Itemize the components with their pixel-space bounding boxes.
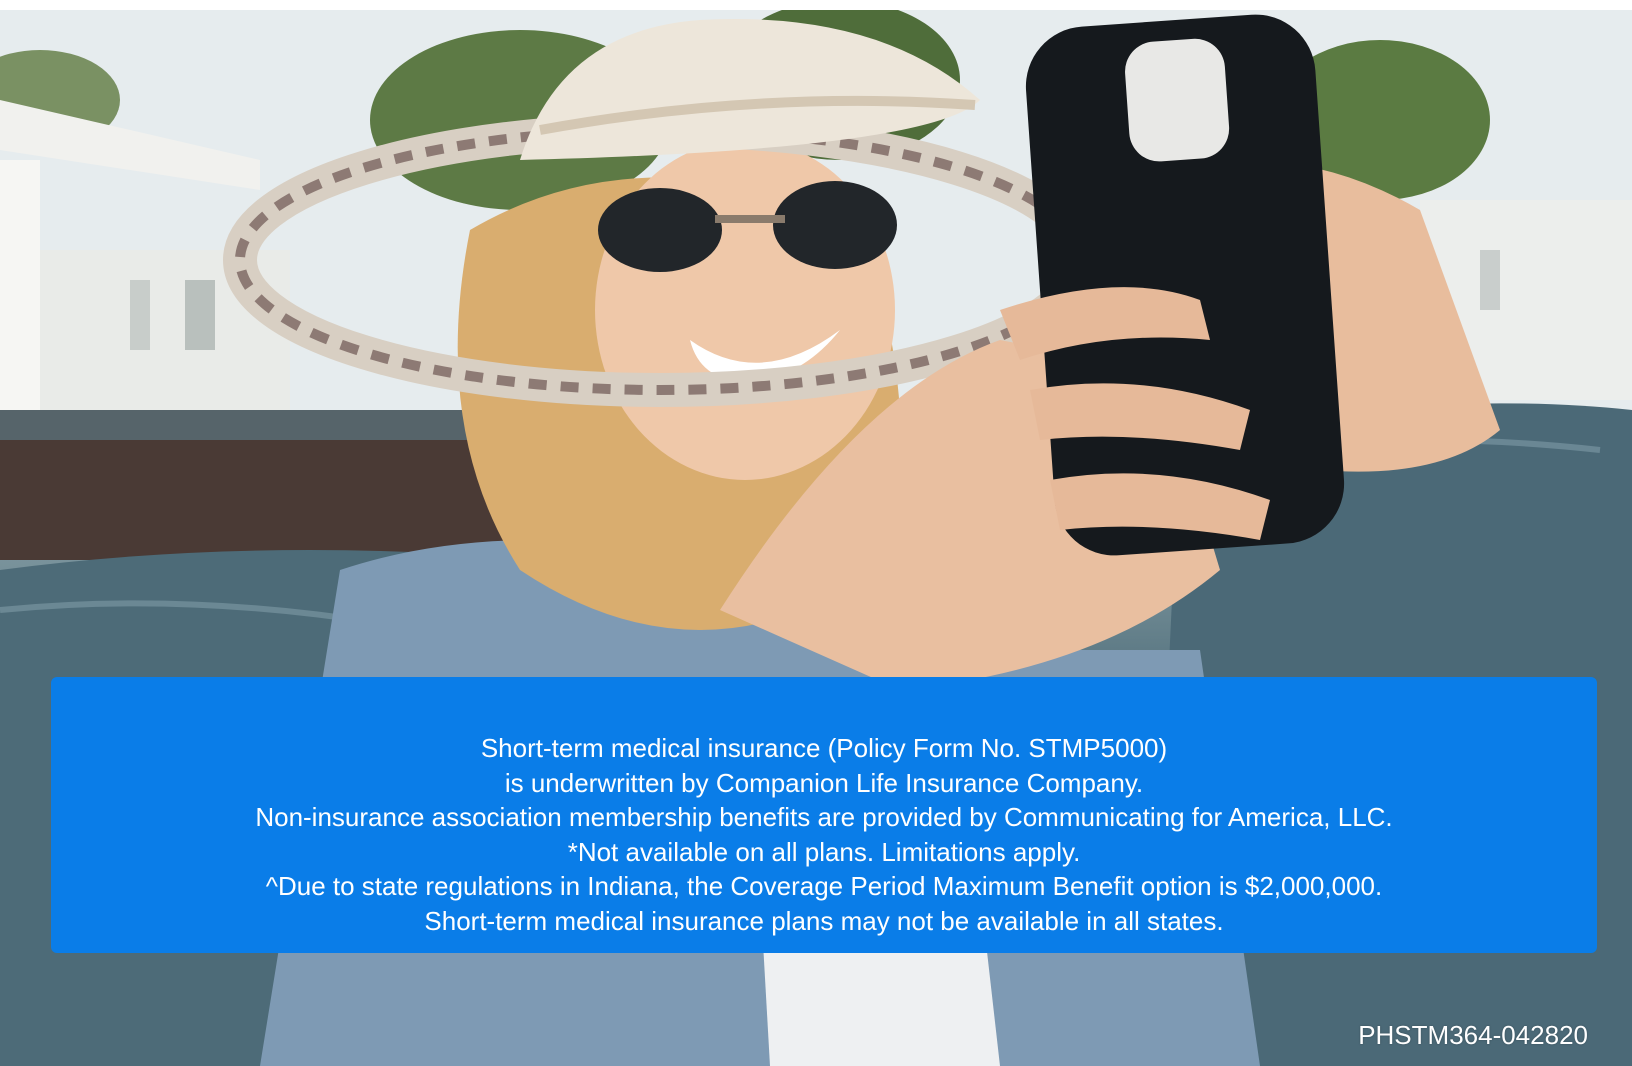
disclaimer-box: Short-term medical insurance (Policy For… <box>51 677 1597 953</box>
disclaimer-line: Short-term medical insurance (Policy For… <box>480 733 1168 763</box>
disclaimer-line: *Not available on all plans. Limitations… <box>567 836 1081 867</box>
disclaimer-line: Short-term medical insurance plans may n… <box>424 905 1224 936</box>
disclaimer-line: ^Due to state regulations in Indiana, th… <box>265 871 1383 901</box>
form-code: PHSTM364-042820 <box>1358 1020 1588 1050</box>
disclaimer-line: Non-insurance association membership ben… <box>255 802 1393 832</box>
disclaimer-line: is underwritten by Companion Life Insura… <box>504 767 1144 798</box>
